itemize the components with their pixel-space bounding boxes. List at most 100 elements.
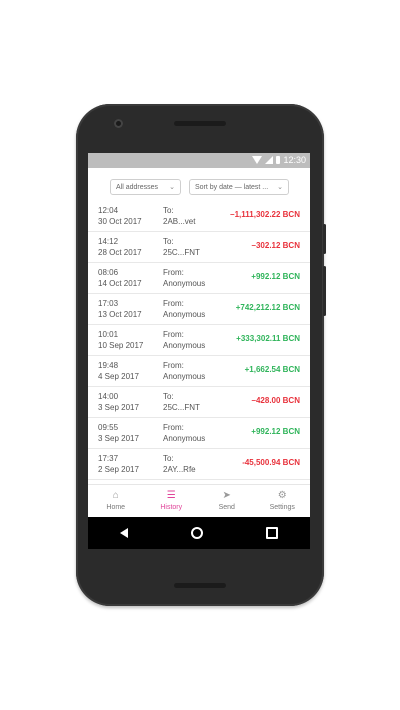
address-filter-value: All addresses: [116, 183, 159, 191]
transaction-party: From: Anonymous: [163, 329, 205, 351]
signal-icon: [265, 156, 273, 164]
transaction-amount: -45,500.94 BCN: [242, 458, 300, 467]
send-icon: ➤: [222, 490, 231, 501]
transaction-datetime: 10:01 10 Sep 2017: [98, 329, 143, 351]
transaction-date: 10 Sep 2017: [98, 341, 144, 350]
transaction-datetime: 08:06 14 Oct 2017: [98, 267, 142, 289]
app-screen: 12:30 All addresses ⌄ Sort by date — lat…: [88, 153, 310, 517]
transaction-row[interactable]: 08:06 14 Oct 2017 From: Anonymous +992.12 BC…: [88, 263, 310, 294]
bottom-speaker: [174, 583, 226, 588]
transaction-date: 28 Oct 2017: [98, 248, 142, 257]
transaction-direction: From:: [163, 299, 184, 308]
home-nav-icon[interactable]: [190, 527, 203, 539]
transaction-party: From: Anonymous: [163, 422, 205, 444]
transaction-amount: –1,111,302.22 BCN: [230, 210, 300, 219]
status-bar: 12:30: [88, 153, 310, 168]
transaction-amount: +992.12 BCN: [251, 427, 300, 436]
transaction-datetime: 12:04 30 Oct 2017: [98, 205, 142, 227]
transaction-time: 09:55: [98, 423, 119, 432]
transaction-direction: From:: [163, 268, 184, 277]
tab-send[interactable]: ➤ Send: [199, 485, 255, 517]
transaction-counterparty: Anonymous: [163, 310, 206, 319]
transaction-time: 17:03: [98, 299, 119, 308]
transaction-date: 2 Sep 2017: [98, 465, 139, 474]
tab-label: Send: [218, 504, 235, 511]
transaction-party: From: Anonymous: [163, 267, 205, 289]
transaction-counterparty: Anonymous: [163, 434, 206, 443]
transaction-datetime: 14:12 28 Oct 2017: [98, 236, 142, 258]
transaction-date: 3 Sep 2017: [98, 403, 139, 412]
front-camera: [114, 119, 123, 128]
transaction-amount: –302.12 BCN: [251, 241, 300, 250]
power-button: [323, 266, 326, 316]
recents-icon[interactable]: [266, 527, 279, 539]
transaction-amount: –428.00 BCN: [251, 396, 300, 405]
transaction-datetime: 17:37 2 Sep 2017: [98, 453, 139, 475]
transaction-amount: +333,302.11 BCN: [236, 334, 300, 343]
transaction-time: 19:48: [98, 361, 119, 370]
tab-home[interactable]: ⌂ Home: [88, 485, 144, 517]
transaction-counterparty: Anonymous: [163, 341, 206, 350]
transaction-list: 12:04 30 Oct 2017 To: 2AB...vet –1,111,302.2…: [88, 201, 310, 480]
transaction-time: 10:01: [98, 330, 119, 339]
bottom-tab-bar: ⌂ Home ☰ History ➤ Send ⚙ Settings: [88, 484, 310, 517]
transaction-counterparty: 2AB...vet: [163, 217, 196, 226]
transaction-date: 30 Oct 2017: [98, 217, 142, 226]
tab-history[interactable]: ☰ History: [144, 485, 200, 517]
transaction-direction: To:: [163, 237, 174, 246]
tab-label: Settings: [269, 504, 295, 511]
transaction-datetime: 09:55 3 Sep 2017: [98, 422, 139, 444]
transaction-amount: +742,212.12 BCN: [235, 303, 300, 312]
transaction-direction: From:: [163, 361, 184, 370]
volume-button: [323, 224, 326, 254]
transaction-date: 3 Sep 2017: [98, 434, 139, 443]
transaction-row[interactable]: 10:01 10 Sep 2017 From: Anonymous +333,302.1…: [88, 325, 310, 356]
transaction-row[interactable]: 14:00 3 Sep 2017 To: 25C...FNT –428.00 BCN: [88, 387, 310, 418]
transaction-direction: To:: [163, 454, 174, 463]
transaction-row[interactable]: 17:37 2 Sep 2017 To: 2AY...Rfe -45,500.94 BC…: [88, 449, 310, 480]
transaction-direction: From:: [163, 330, 184, 339]
transaction-row[interactable]: 14:12 28 Oct 2017 To: 25C...FNT –302.12 BCN: [88, 232, 310, 263]
transaction-row[interactable]: 17:03 13 Oct 2017 From: Anonymous +742,212.1…: [88, 294, 310, 325]
back-icon[interactable]: [119, 528, 128, 538]
transaction-date: 14 Oct 2017: [98, 279, 142, 288]
transaction-time: 12:04: [98, 206, 119, 215]
list-icon: ☰: [166, 490, 176, 501]
transaction-party: From: Anonymous: [163, 360, 205, 382]
sort-value: Sort by date — latest ...: [195, 183, 269, 191]
transaction-row[interactable]: 09:55 3 Sep 2017 From: Anonymous +992.12 BCN: [88, 418, 310, 449]
transaction-time: 17:37: [98, 454, 119, 463]
transaction-counterparty: Anonymous: [163, 372, 206, 381]
transaction-direction: To:: [163, 392, 174, 401]
home-icon: ⌂: [112, 490, 119, 501]
earpiece-speaker: [174, 121, 226, 126]
address-filter-select[interactable]: All addresses ⌄: [110, 179, 181, 195]
transaction-party: From: Anonymous: [163, 298, 205, 320]
transaction-date: 4 Sep 2017: [98, 372, 139, 381]
sort-select[interactable]: Sort by date — latest ... ⌄: [189, 179, 289, 195]
transaction-amount: +992.12 BCN: [251, 272, 300, 281]
transaction-direction: From:: [163, 423, 184, 432]
transaction-direction: To:: [163, 206, 174, 215]
transaction-counterparty: 25C...FNT: [163, 403, 200, 412]
transaction-datetime: 17:03 13 Oct 2017: [98, 298, 142, 320]
wifi-icon: [252, 156, 262, 164]
transaction-row[interactable]: 19:48 4 Sep 2017 From: Anonymous +1,662.54 B…: [88, 356, 310, 387]
transaction-datetime: 14:00 3 Sep 2017: [98, 391, 139, 413]
transaction-amount: +1,662.54 BCN: [244, 365, 300, 374]
transaction-party: To: 2AB...vet: [163, 205, 195, 227]
android-nav-bar: [88, 517, 310, 549]
transaction-party: To: 2AY...Rfe: [163, 453, 196, 475]
transaction-time: 14:00: [98, 392, 119, 401]
transaction-counterparty: 2AY...Rfe: [163, 465, 196, 474]
transaction-party: To: 25C...FNT: [163, 236, 200, 258]
transaction-counterparty: Anonymous: [163, 279, 206, 288]
tab-settings[interactable]: ⚙ Settings: [255, 485, 311, 517]
transaction-row[interactable]: 12:04 30 Oct 2017 To: 2AB...vet –1,111,302.2…: [88, 201, 310, 232]
transaction-date: 13 Oct 2017: [98, 310, 142, 319]
transaction-counterparty: 25C...FNT: [163, 248, 200, 257]
gear-icon: ⚙: [277, 490, 287, 501]
transaction-time: 08:06: [98, 268, 119, 277]
chevron-down-icon: ⌄: [277, 184, 283, 191]
chevron-down-icon: ⌄: [169, 184, 175, 191]
